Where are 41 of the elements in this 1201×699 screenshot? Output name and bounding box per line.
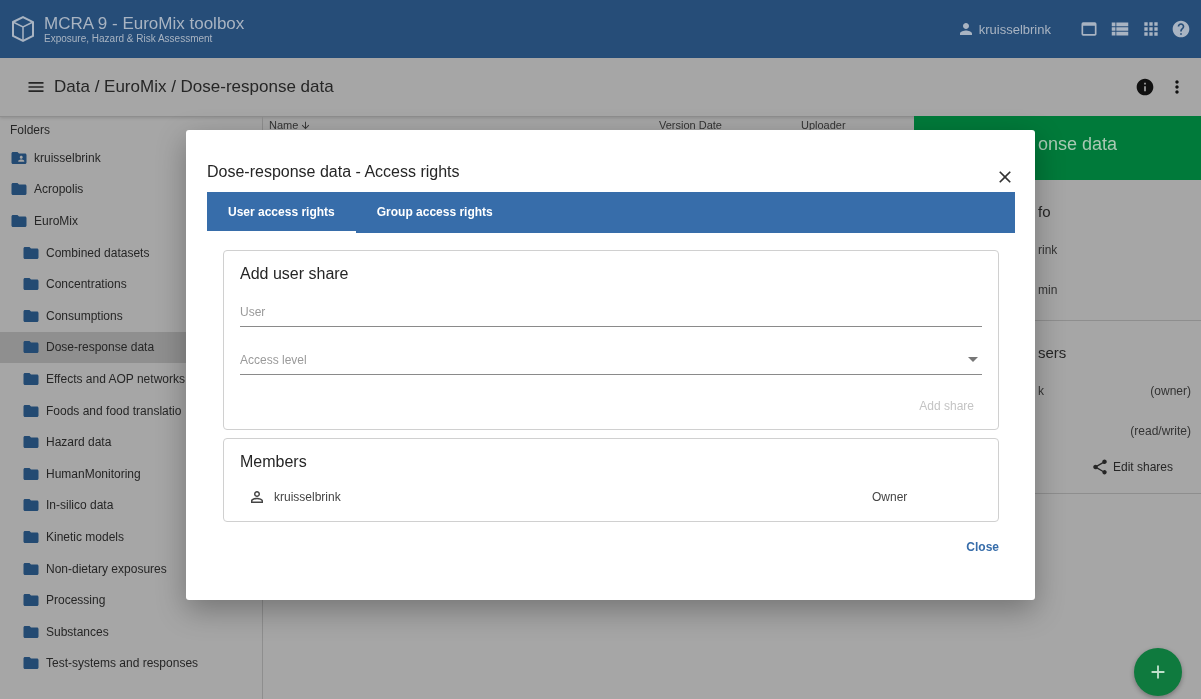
user-role: (owner) [1150, 384, 1191, 398]
help-icon[interactable] [1171, 19, 1191, 39]
dialog-title: Dose-response data - Access rights [207, 163, 460, 181]
info-heading: fo [1038, 201, 1052, 222]
user-role: (read/write) [1130, 424, 1191, 438]
card-heading: Add user share [240, 265, 350, 283]
column-header[interactable]: Name [269, 119, 299, 131]
user-name: k [1038, 384, 1044, 398]
share-icon [1090, 458, 1109, 476]
panel-icon[interactable] [1079, 19, 1099, 39]
folder-icon [10, 212, 28, 230]
app-title: MCRA 9 - EuroMix toolbox [44, 14, 246, 33]
column-header[interactable]: Uploader [801, 119, 846, 131]
folder-item[interactable]: Kinetic models [0, 521, 262, 553]
sort-icon [300, 119, 312, 131]
folder-item[interactable]: Substances [0, 615, 262, 648]
info-value: min [1038, 283, 1058, 297]
member-role: Owner [872, 490, 909, 504]
add-button[interactable] [1134, 648, 1182, 696]
folder-item[interactable]: In-silico data [0, 489, 262, 522]
info-value: rink [1038, 243, 1058, 257]
folder-item[interactable]: Processing [0, 584, 262, 616]
cube-logo-icon [10, 15, 36, 43]
breadcrumb: Data / EuroMix / Dose-response data [54, 77, 335, 97]
apps-grid-icon[interactable] [1141, 19, 1161, 39]
tab[interactable]: Group access rights [355, 192, 514, 233]
folder-item[interactable]: Foods and food translatio [0, 394, 262, 427]
card-heading: Members [240, 453, 308, 471]
close-dialog-button[interactable]: Close [960, 536, 1005, 558]
folder-item[interactable]: Test-systems and responses [0, 647, 262, 680]
folder-item[interactable]: Non-dietary exposures [0, 552, 262, 585]
users-heading: sers [1038, 342, 1068, 363]
member-name: kruisselbrink [274, 490, 342, 504]
column-header[interactable]: Version Date [659, 119, 722, 131]
caret-icon [968, 357, 978, 362]
person-icon [248, 488, 266, 506]
user-name[interactable]: kruisselbrink [978, 21, 1051, 37]
tab[interactable]: User access rights [207, 192, 356, 233]
info-icon[interactable] [1135, 77, 1155, 97]
app-subtitle: Exposure, Hazard & Risk Assessment [44, 33, 214, 44]
edit-shares-button[interactable]: Edit shares [1084, 451, 1179, 483]
